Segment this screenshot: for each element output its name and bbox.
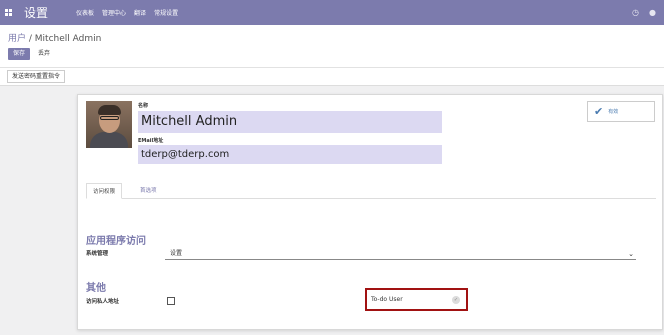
chat-icon[interactable]: ● bbox=[649, 8, 656, 17]
system-admin-select[interactable]: 设置 ⌄ bbox=[165, 248, 636, 260]
breadcrumb-users-link[interactable]: 用户 bbox=[8, 34, 26, 44]
control-panel: 用户 / Mitchell Admin 保存 丢弃 bbox=[0, 25, 664, 68]
private-address-checkbox[interactable] bbox=[167, 297, 175, 305]
menu-admin-center[interactable]: 管理中心 bbox=[102, 8, 126, 17]
email-field[interactable]: tderp@tderp.com bbox=[138, 145, 442, 164]
todo-user-field-highlight: To-do User ✓ bbox=[365, 288, 468, 311]
email-label: EMail地址 bbox=[138, 138, 164, 144]
active-label: 有效 bbox=[608, 109, 619, 115]
breadcrumb-separator: / bbox=[26, 34, 35, 44]
section-other: 其他 bbox=[86, 283, 106, 294]
top-navbar: 设置 仪表板 管理中心 翻译 常规设置 ◷ ● bbox=[0, 0, 664, 25]
private-address-label: 访问私人地址 bbox=[86, 299, 120, 305]
apps-menu-icon[interactable] bbox=[0, 0, 16, 25]
form-tabs: 访问权限 首选项 bbox=[86, 183, 656, 199]
checkmark-icon: ✔ bbox=[594, 105, 604, 118]
system-admin-value: 设置 bbox=[170, 250, 183, 257]
user-avatar[interactable] bbox=[86, 101, 132, 148]
menu-translations[interactable]: 翻译 bbox=[134, 8, 146, 17]
system-admin-label: 系统管理 bbox=[86, 251, 109, 257]
name-label: 名称 bbox=[138, 103, 149, 109]
breadcrumb-current: Mitchell Admin bbox=[34, 34, 102, 44]
tab-preferences[interactable]: 首选项 bbox=[134, 183, 163, 199]
section-application-access: 应用程序访问 bbox=[86, 236, 146, 247]
breadcrumb: 用户 / Mitchell Admin bbox=[8, 31, 101, 44]
active-toggle-button[interactable]: ✔ 有效 bbox=[587, 101, 655, 122]
form-sheet: 名称 Mitchell Admin EMail地址 tderp@tderp.co… bbox=[77, 94, 663, 330]
discard-button[interactable]: 丢弃 bbox=[35, 48, 53, 60]
save-button[interactable]: 保存 bbox=[8, 48, 31, 60]
clock-icon[interactable]: ◷ bbox=[632, 8, 639, 17]
tab-access-rights[interactable]: 访问权限 bbox=[86, 183, 123, 199]
menu-dashboard[interactable]: 仪表板 bbox=[76, 8, 94, 17]
app-title[interactable]: 设置 bbox=[24, 4, 48, 21]
name-field[interactable]: Mitchell Admin bbox=[138, 111, 442, 133]
menu-general-settings[interactable]: 常规设置 bbox=[154, 8, 178, 17]
chevron-down-icon: ⌄ bbox=[628, 250, 634, 258]
todo-user-label: To-do User bbox=[371, 296, 403, 303]
todo-user-checkbox[interactable]: ✓ bbox=[452, 296, 460, 304]
action-bar: 发送密码重置指令 bbox=[0, 68, 664, 86]
send-password-reset-button[interactable]: 发送密码重置指令 bbox=[7, 70, 66, 83]
